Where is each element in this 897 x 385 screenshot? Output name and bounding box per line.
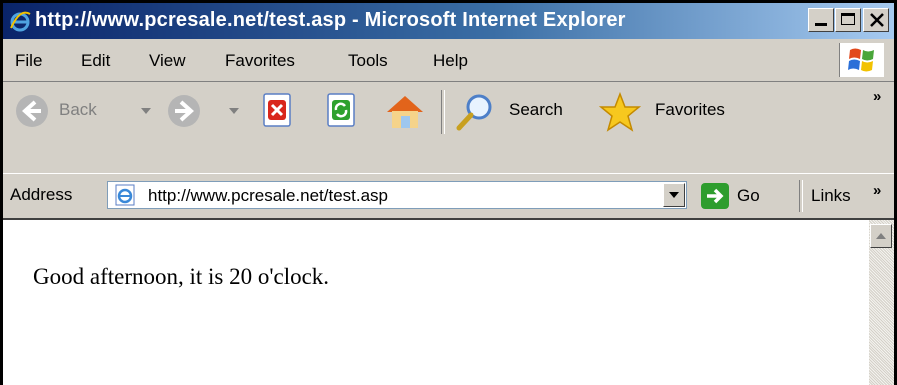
menu-edit[interactable]: Edit: [81, 51, 110, 71]
search-label: Search: [509, 100, 563, 119]
menu-file[interactable]: File: [15, 51, 42, 71]
windows-logo: [839, 43, 884, 77]
toolbar-separator: [441, 90, 445, 134]
back-label: Back: [59, 100, 97, 119]
links-more-chevron[interactable]: »: [873, 182, 881, 199]
page-icon: [115, 184, 135, 206]
close-icon: [870, 13, 884, 27]
chevron-down-icon: [669, 192, 679, 198]
links-button[interactable]: Links: [811, 186, 851, 206]
page-text: Good afternoon, it is 20 o'clock.: [33, 264, 330, 289]
back-dropdown-icon[interactable]: [141, 108, 151, 114]
close-button[interactable]: [863, 8, 889, 32]
vertical-scrollbar[interactable]: [869, 218, 894, 385]
menu-view[interactable]: View: [149, 51, 186, 71]
menu-tools[interactable]: Tools: [348, 51, 388, 71]
minimize-button[interactable]: [808, 8, 834, 32]
address-label: Address: [10, 185, 73, 204]
stop-button[interactable]: [261, 92, 295, 130]
refresh-button[interactable]: [325, 92, 359, 130]
go-button[interactable]: [701, 183, 729, 209]
menu-bar: File Edit View Favorites Tools Help: [3, 39, 894, 82]
search-icon: [456, 94, 492, 131]
home-button[interactable]: [383, 92, 427, 130]
go-label[interactable]: Go: [737, 186, 760, 206]
address-url: http://www.pcresale.net/test.asp: [148, 186, 389, 205]
maximize-button[interactable]: [835, 8, 861, 32]
address-separator: [799, 180, 803, 212]
minimize-icon: [815, 23, 827, 26]
favorites-button[interactable]: Favorites: [599, 92, 749, 132]
scroll-up-button[interactable]: [870, 224, 892, 248]
maximize-icon: [841, 13, 855, 25]
forward-button[interactable]: [165, 92, 247, 130]
address-input[interactable]: http://www.pcresale.net/test.asp: [107, 181, 687, 209]
browser-window: http://www.pcresale.net/test.asp - Micro…: [0, 0, 897, 385]
page-content: Good afternoon, it is 20 o'clock.: [3, 218, 869, 385]
favorites-star-icon: [599, 92, 641, 132]
search-button[interactable]: Search: [455, 92, 585, 131]
forward-arrow-icon: [168, 95, 200, 127]
back-arrow-icon: [16, 95, 48, 127]
forward-dropdown-icon[interactable]: [229, 108, 239, 114]
menu-favorites[interactable]: Favorites: [225, 51, 295, 71]
windows-flag-icon: [848, 48, 874, 72]
address-bar: Address http://www.pcresale.net/test.asp…: [3, 173, 894, 218]
address-dropdown-button[interactable]: [663, 183, 685, 207]
menu-help[interactable]: Help: [433, 51, 468, 71]
back-button[interactable]: Back: [13, 92, 153, 130]
chevron-up-icon: [876, 233, 886, 239]
go-arrow-icon: [707, 188, 724, 204]
favorites-label: Favorites: [655, 100, 725, 119]
window-title: http://www.pcresale.net/test.asp - Micro…: [35, 9, 626, 31]
title-bar[interactable]: http://www.pcresale.net/test.asp - Micro…: [3, 3, 894, 39]
standard-toolbar: Back Search Favorites »: [3, 82, 894, 174]
toolbar-more-chevron[interactable]: »: [873, 88, 881, 105]
ie-logo-icon: [10, 11, 31, 32]
